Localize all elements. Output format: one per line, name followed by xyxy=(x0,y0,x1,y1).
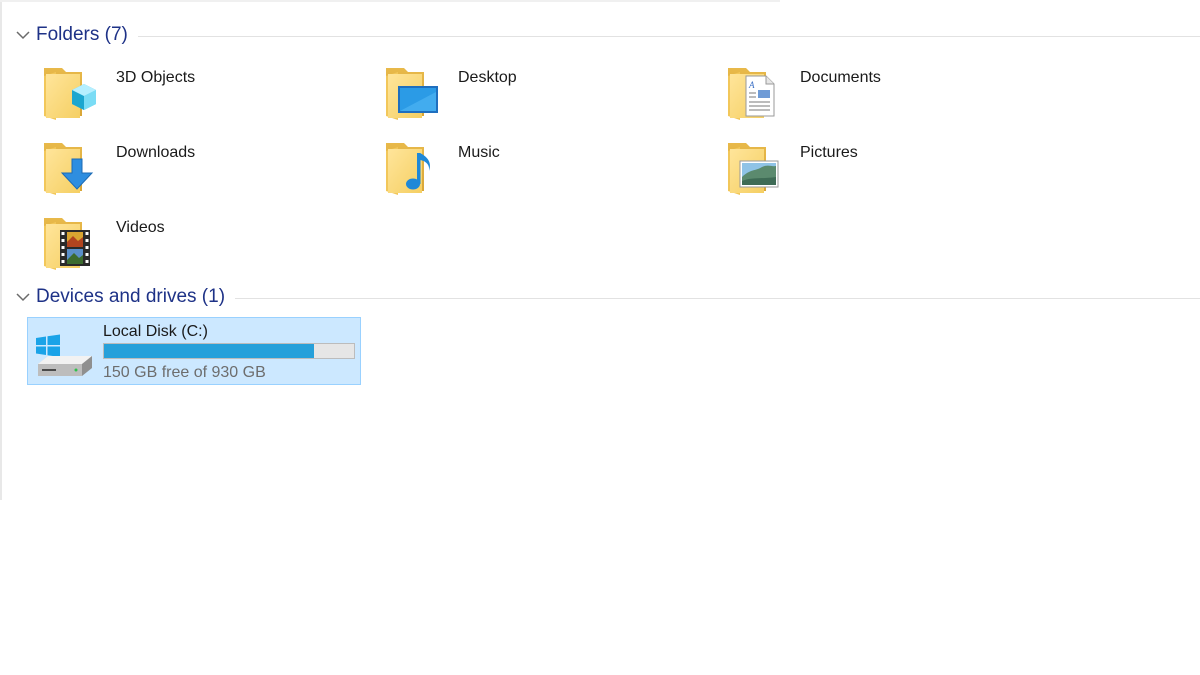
svg-text:A: A xyxy=(748,80,755,90)
windows-drive-icon xyxy=(36,334,92,376)
chevron-down-icon xyxy=(16,31,30,40)
folder-tile-3d-objects[interactable]: 3D Objects xyxy=(28,62,358,124)
downloads-folder-icon xyxy=(44,143,94,195)
chevron-down-icon xyxy=(16,293,30,302)
folder-tile-pictures[interactable]: Pictures xyxy=(712,137,1042,199)
drive-tile-local-disk-c[interactable]: Local Disk (C:) 150 GB free of 930 GB xyxy=(27,317,361,385)
drive-usage-bar xyxy=(103,343,355,359)
videos-folder-icon xyxy=(44,218,90,270)
drive-free-space: 150 GB free of 930 GB xyxy=(103,364,266,381)
group-title-folders: Folders (7) xyxy=(36,24,128,45)
group-header-folders[interactable]: Folders (7) xyxy=(14,23,1200,47)
folder-tile-music[interactable]: Music xyxy=(370,137,700,199)
folder-tile-desktop[interactable]: Desktop xyxy=(370,62,700,124)
pictures-folder-icon xyxy=(728,143,779,195)
group-divider xyxy=(235,298,1200,299)
3d-objects-folder-icon xyxy=(44,68,96,120)
group-header-devices[interactable]: Devices and drives (1) xyxy=(14,285,1200,309)
desktop-folder-icon xyxy=(386,68,438,120)
folder-label: Desktop xyxy=(458,69,517,86)
music-folder-icon xyxy=(386,143,430,195)
folder-label: Documents xyxy=(800,69,881,86)
folder-label: Downloads xyxy=(116,144,196,161)
folder-label: Music xyxy=(458,144,500,161)
folder-label: Videos xyxy=(116,219,165,236)
folder-label: Pictures xyxy=(800,144,858,161)
group-divider xyxy=(137,36,1200,37)
top-edge xyxy=(0,0,780,2)
folder-label: 3D Objects xyxy=(116,69,196,86)
folder-tile-documents[interactable]: A Documents xyxy=(712,62,1042,124)
drive-usage-fill xyxy=(104,344,314,358)
left-pane-edge xyxy=(0,0,2,500)
folder-tile-videos[interactable]: Videos xyxy=(28,212,358,274)
group-title-devices: Devices and drives (1) xyxy=(36,286,226,307)
drive-name: Local Disk (C:) xyxy=(103,323,208,340)
documents-folder-icon: A xyxy=(728,68,775,120)
folder-tile-downloads[interactable]: Downloads xyxy=(28,137,358,199)
